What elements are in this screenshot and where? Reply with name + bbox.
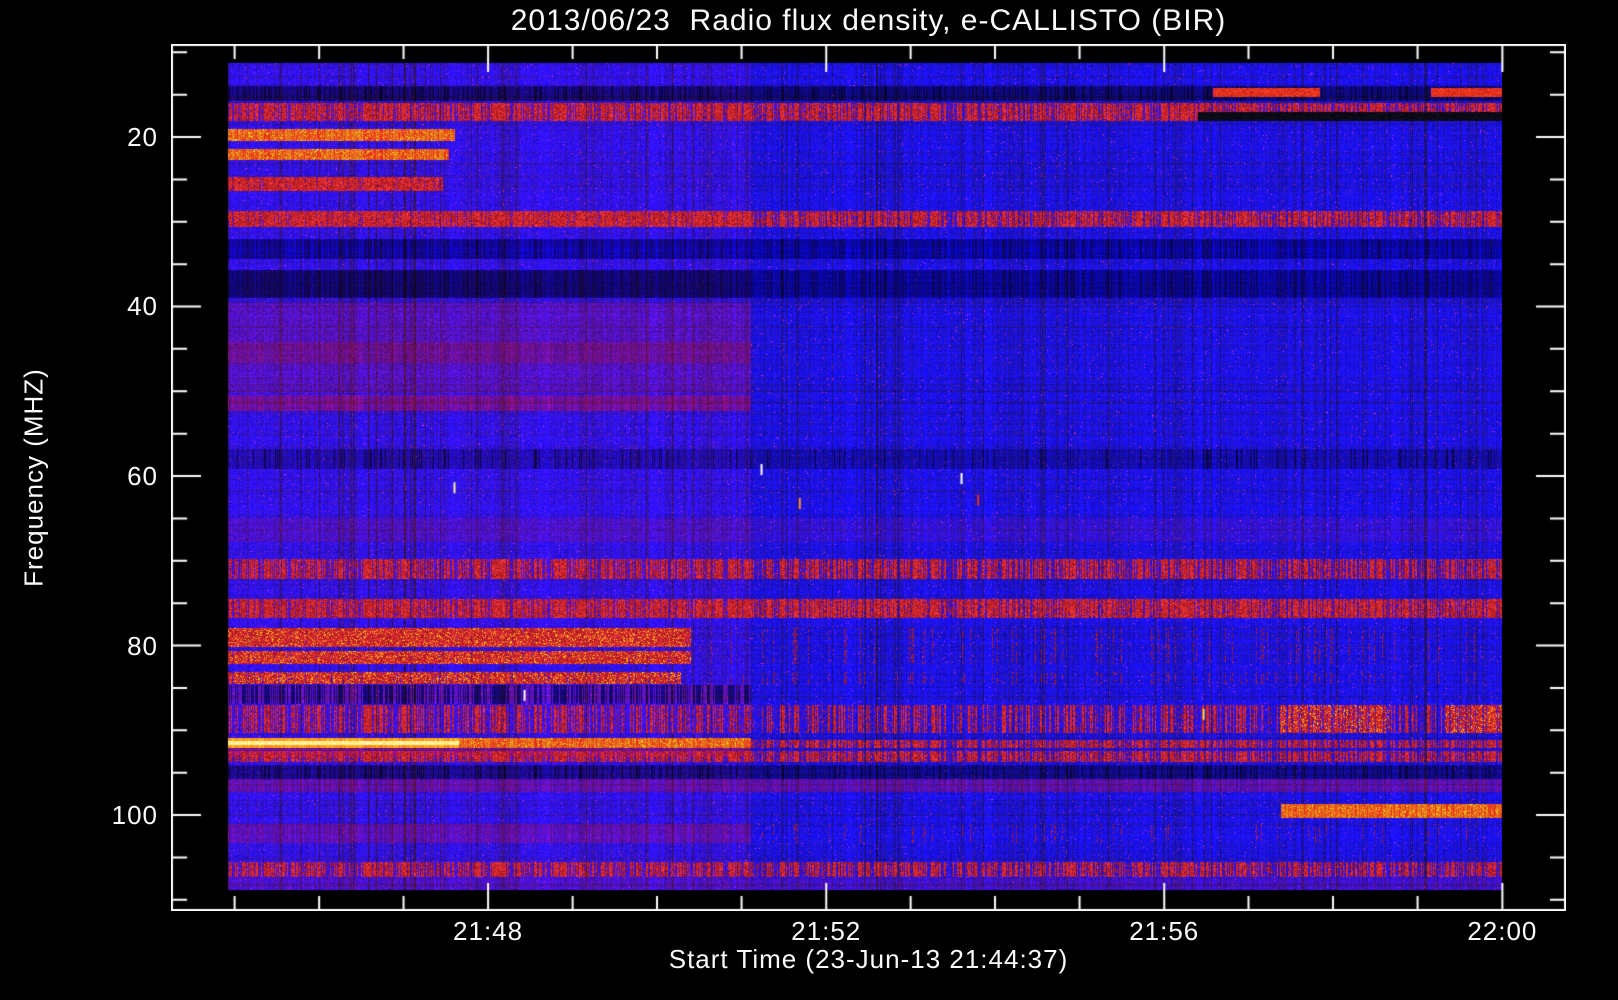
y-axis-label: Frequency (MHZ): [18, 368, 49, 587]
x-axis-label: Start Time (23-Jun-13 21:44:37): [668, 944, 1069, 974]
plot-title: 2013/06/23 Radio flux density, e-CALLIST…: [510, 4, 1227, 37]
y-tick-label: 80: [127, 630, 158, 661]
x-tick-label: 22:00: [1467, 916, 1538, 946]
x-tick-label: 21:52: [791, 916, 862, 946]
y-tick-label: 40: [127, 291, 158, 322]
spectrogram-screen: 2013/06/23 Radio flux density, e-CALLIST…: [0, 0, 1618, 1000]
y-tick-label: 20: [127, 122, 158, 153]
y-tick-label: 60: [127, 461, 158, 492]
x-tick-label: 21:48: [453, 916, 524, 946]
x-tick-label: 21:56: [1129, 916, 1200, 946]
spectrogram-canvas: [171, 44, 1566, 911]
y-tick-label: 100: [111, 800, 158, 831]
